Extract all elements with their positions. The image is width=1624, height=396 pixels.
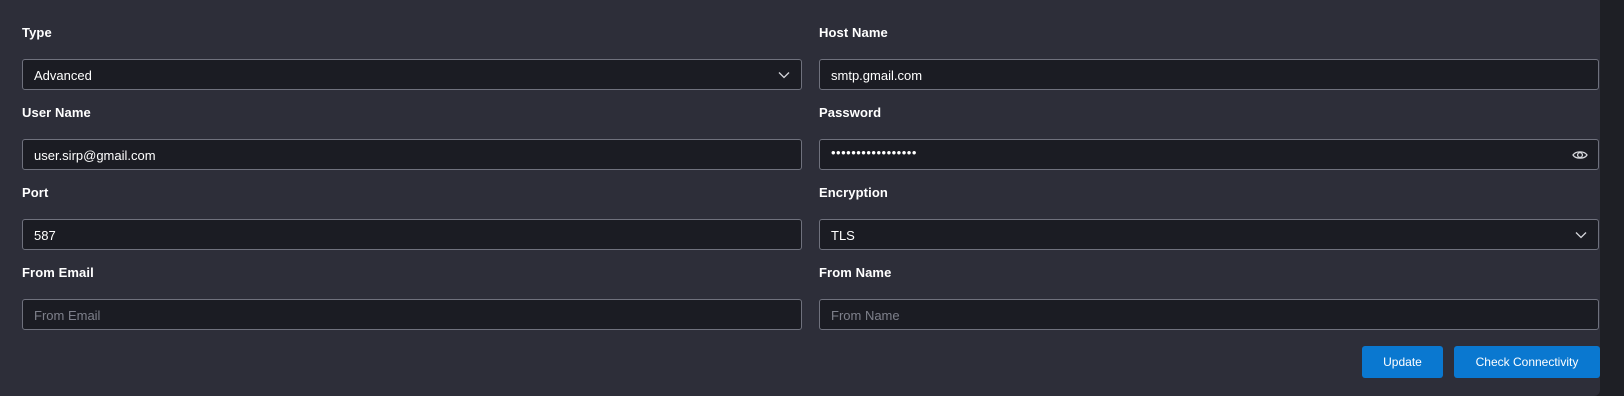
type-select[interactable]: Advanced [22, 59, 802, 90]
encryption-select[interactable]: TLS [819, 219, 1599, 250]
port-value: 587 [34, 228, 56, 243]
host-name-input[interactable]: smtp.gmail.com [819, 59, 1599, 90]
type-label: Type [22, 25, 52, 40]
user-name-label: User Name [22, 105, 91, 120]
port-label: Port [22, 185, 49, 200]
user-name-input[interactable]: user.sirp@gmail.com [22, 139, 802, 170]
from-name-placeholder: From Name [831, 308, 900, 323]
type-value: Advanced [34, 68, 92, 83]
password-input[interactable]: ••••••••••••••••• [819, 139, 1599, 170]
check-connectivity-button[interactable]: Check Connectivity [1454, 346, 1600, 378]
from-email-label: From Email [22, 265, 94, 280]
form-row-3: Port 587 Encryption TLS [22, 168, 1600, 250]
user-name-value: user.sirp@gmail.com [34, 148, 156, 163]
port-input[interactable]: 587 [22, 219, 802, 250]
smtp-settings-panel: Type Advanced Host Name smtp.gmail.com U… [0, 0, 1600, 396]
chevron-down-icon [778, 72, 790, 79]
from-name-input[interactable]: From Name [819, 299, 1599, 330]
form-row-1: Type Advanced Host Name smtp.gmail.com [22, 8, 1600, 90]
password-value: ••••••••••••••••• [831, 145, 917, 160]
update-button[interactable]: Update [1362, 346, 1443, 378]
encryption-label: Encryption [819, 185, 888, 200]
host-name-value: smtp.gmail.com [831, 68, 923, 83]
from-name-label: From Name [819, 265, 892, 280]
scrollbar-track[interactable] [1600, 0, 1624, 396]
from-email-input[interactable]: From Email [22, 299, 802, 330]
from-email-placeholder: From Email [34, 308, 101, 323]
eye-icon[interactable] [1572, 147, 1588, 163]
form-row-2: User Name user.sirp@gmail.com Password •… [22, 88, 1600, 170]
encryption-value: TLS [831, 228, 855, 243]
chevron-down-icon [1575, 232, 1587, 239]
form-row-4: From Email From Email From Name From Nam… [22, 248, 1600, 330]
password-label: Password [819, 105, 882, 120]
host-name-label: Host Name [819, 25, 888, 40]
